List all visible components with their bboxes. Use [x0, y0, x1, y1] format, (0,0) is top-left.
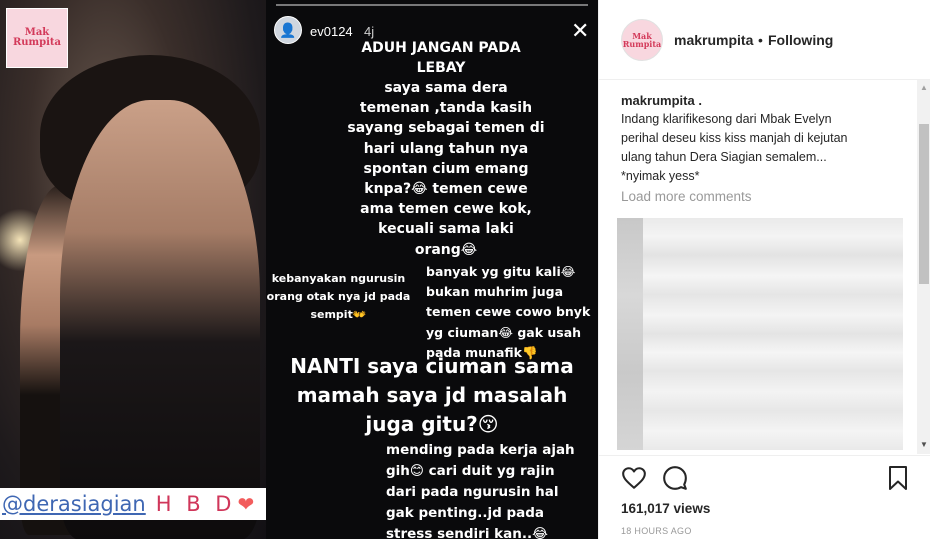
- caption-line: Indang klarifikesong dari Mbak Evelyn: [621, 112, 832, 126]
- scroll-up-icon[interactable]: ▲: [920, 83, 928, 92]
- caption-suffix: .: [694, 93, 702, 108]
- caption-line: ulang tahun Dera Siagian semalem...: [621, 150, 827, 164]
- avatar[interactable]: Mak Rumpita: [621, 19, 663, 61]
- blurred-comments-area: [617, 218, 903, 450]
- tag-bar: @derasiagian H B D ❤: [0, 488, 266, 520]
- story-text-bottom: mending pada kerja ajah gih😊 cari duit y…: [386, 442, 575, 539]
- post-photo-left: Mak Rumpita @derasiagian H B D ❤: [0, 0, 266, 539]
- bookmark-icon[interactable]: [888, 466, 908, 490]
- caption-header: makrumpita .: [621, 92, 913, 110]
- post-header: Mak Rumpita makrumpita • Following: [599, 0, 930, 80]
- story-username: ev0124: [310, 24, 353, 39]
- caption-username[interactable]: makrumpita: [621, 93, 695, 108]
- close-icon: ✕: [571, 18, 590, 43]
- caption-line: perihal deseu kiss kiss manjah di kejuta…: [621, 131, 848, 145]
- story-screenshot: 👤 ev0124 4j ✕ ADUH JANGAN PADA LEBAY say…: [266, 0, 598, 539]
- views-count: 161,017 views: [621, 501, 711, 516]
- foreground-person: [60, 100, 260, 539]
- load-more-comments-link[interactable]: Load more comments: [621, 189, 752, 204]
- comment-icon[interactable]: [662, 465, 688, 491]
- following-button[interactable]: Following: [768, 32, 833, 48]
- story-time: 4j: [364, 24, 375, 39]
- scroll-thumb[interactable]: [919, 124, 929, 284]
- caption-line: *nyimak yess*: [621, 169, 700, 183]
- comments-scrollbar[interactable]: ▲ ▼: [917, 80, 930, 454]
- story-text-large: NANTI saya ciuman sama mamah saya jd mas…: [290, 354, 574, 436]
- instagram-post-view: Mak Rumpita @derasiagian H B D ❤ 👤 ev012…: [0, 0, 930, 539]
- story-text-body: saya sama dera temenan ,tanda kasih saya…: [347, 80, 545, 258]
- heart-outline-icon[interactable]: [621, 465, 647, 491]
- brand-logo: Mak Rumpita: [6, 8, 68, 68]
- scroll-down-icon[interactable]: ▼: [920, 440, 928, 449]
- post-actions: 161,017 views 18 HOURS AGO: [599, 455, 930, 539]
- caption: makrumpita . Indang klarifikesong dari M…: [621, 92, 913, 186]
- story-text-left-note: kebanyakan ngurusin orang otak nya jd pa…: [266, 272, 411, 321]
- story-text-right-note: banyak yg gitu kali😂 bukan muhrim juga t…: [426, 264, 591, 360]
- post-side-panel: Mak Rumpita makrumpita • Following makru…: [598, 0, 930, 539]
- header-username[interactable]: makrumpita: [674, 32, 753, 48]
- heart-icon: ❤: [237, 493, 255, 516]
- story-avatar: 👤: [274, 16, 302, 44]
- tagged-username[interactable]: @derasiagian: [2, 492, 146, 516]
- post-timestamp[interactable]: 18 HOURS AGO: [621, 526, 692, 536]
- story-progress-bar: [276, 4, 588, 6]
- story-text-title: ADUH JANGAN PADA LEBAY: [361, 40, 521, 77]
- header-separator: •: [758, 32, 763, 48]
- hbd-text: H B D: [155, 492, 236, 516]
- blurred-edge: [617, 218, 643, 450]
